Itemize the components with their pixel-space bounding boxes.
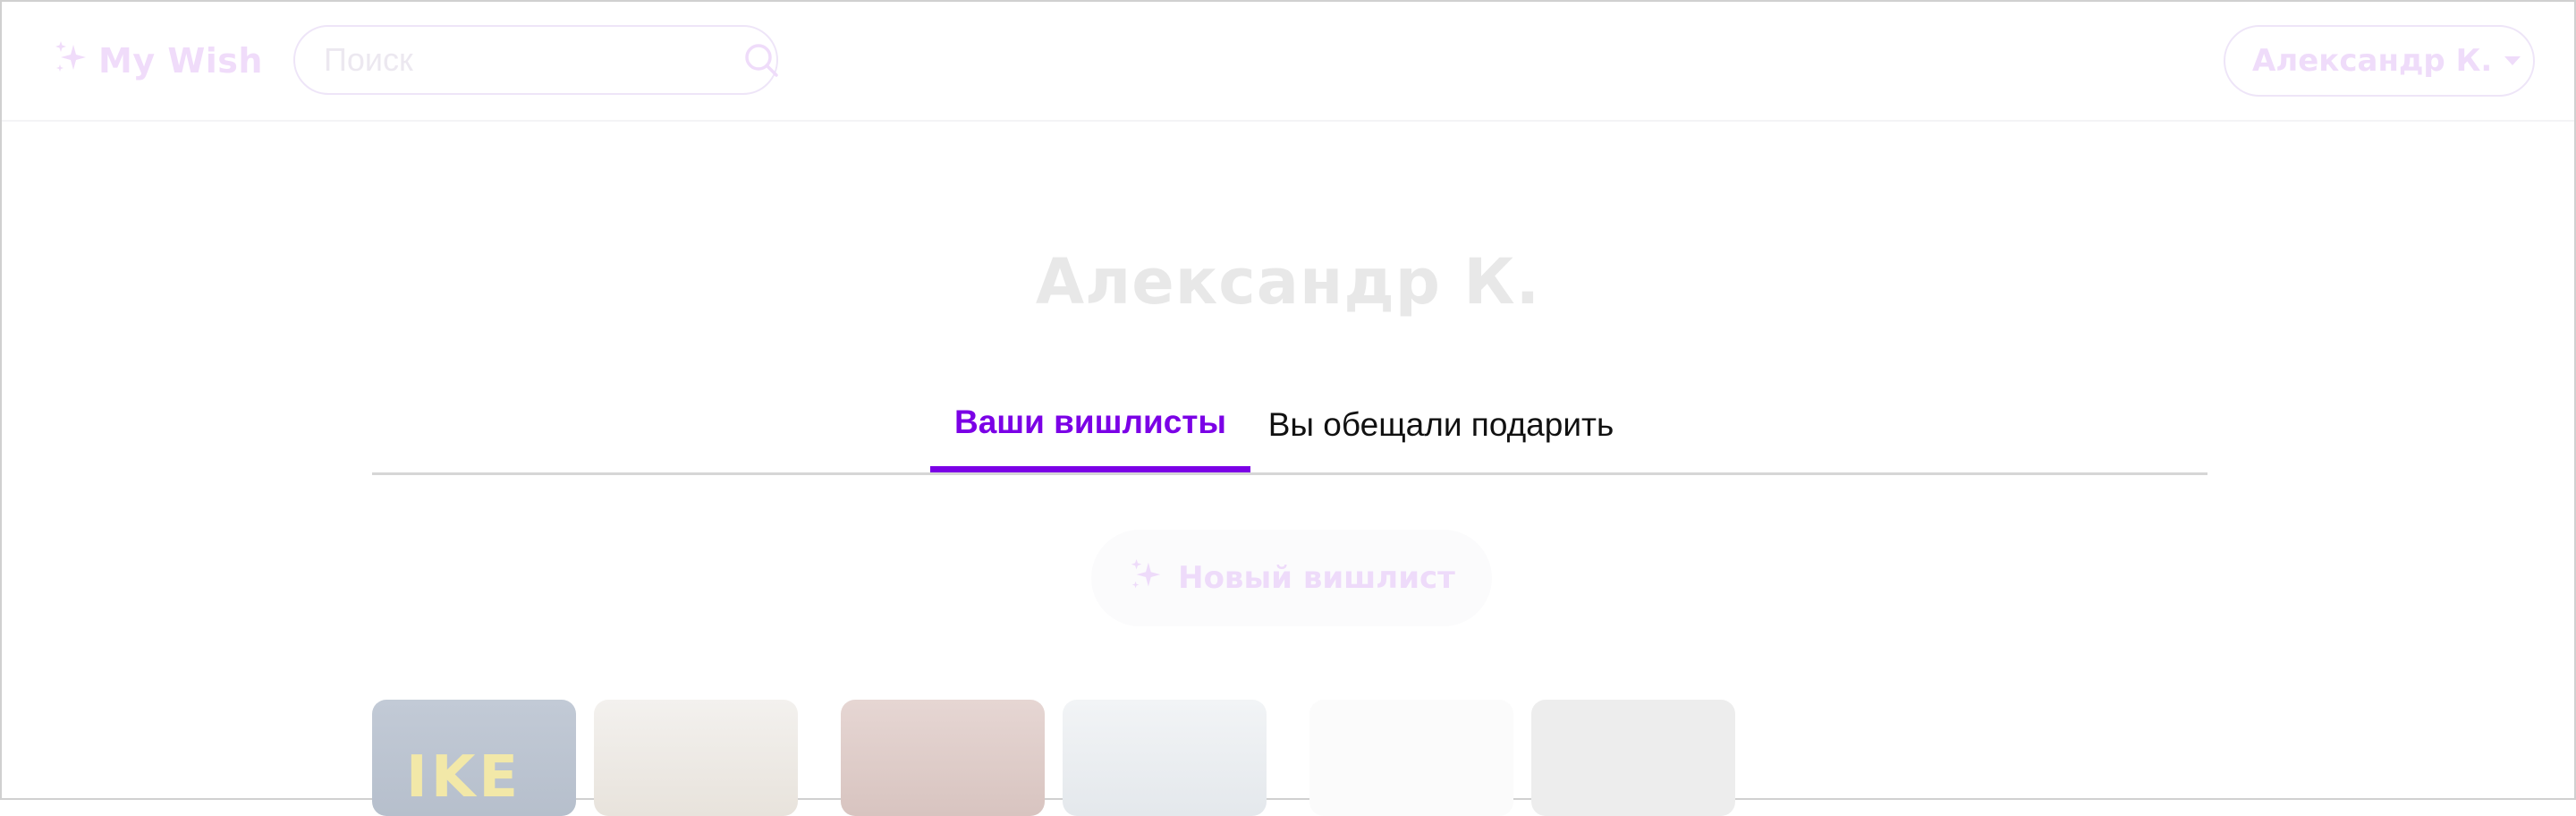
wishlist-card-image[interactable]: [1309, 700, 1513, 816]
search-input[interactable]: [322, 40, 741, 80]
wishlist-cards: IKE: [2, 700, 2574, 816]
ikea-logo-image: IKE: [406, 744, 522, 811]
sparkle-icon: [1128, 557, 1165, 599]
user-menu-label: Александр К.: [2252, 43, 2493, 79]
tab-your-wishlists[interactable]: Ваши вишлисты: [930, 378, 1250, 472]
search-icon[interactable]: [741, 40, 781, 80]
user-menu-button[interactable]: Александр К.: [2224, 25, 2535, 97]
wishlist-card-image[interactable]: IKE: [372, 700, 576, 816]
logo-text: My Wish: [98, 41, 263, 81]
tabs-bar: Ваши вишлисты Вы обещали подарить: [372, 378, 2207, 475]
sparkle-icon: [52, 39, 91, 83]
logo[interactable]: My Wish: [52, 39, 263, 82]
search-box[interactable]: [293, 25, 778, 95]
wishlist-card-image[interactable]: [1531, 700, 1735, 816]
chevron-down-icon: [2504, 56, 2521, 65]
tab-promised-gifts[interactable]: Вы обещали подарить: [1249, 378, 1633, 472]
wishlist-card-image[interactable]: [594, 700, 798, 816]
profile-title: Александр К.: [1035, 245, 1541, 319]
wishlist-card-image[interactable]: [841, 700, 1045, 816]
top-header: My Wish Александр К.: [2, 2, 2574, 122]
new-wishlist-button[interactable]: Новый вишлист: [1091, 530, 1492, 626]
new-wishlist-label: Новый вишлист: [1178, 560, 1455, 596]
wishlist-card-image[interactable]: [1063, 700, 1267, 816]
